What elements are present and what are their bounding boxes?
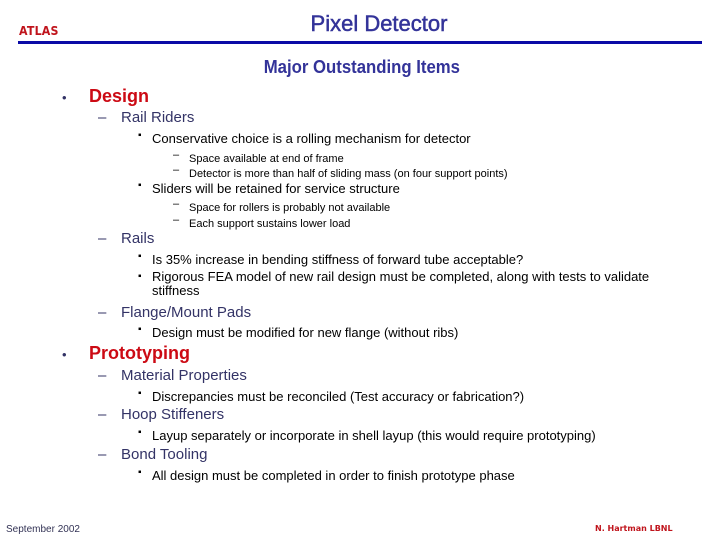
slide-subtitle: Major Outstanding Items xyxy=(263,57,460,77)
list-item: ▪ Discrepancies must be reconciled (Test… xyxy=(138,388,525,404)
subsection-heading: Material Properties xyxy=(121,367,247,384)
list-item: ▪ Sliders will be retained for service s… xyxy=(138,180,400,196)
list-item: ▪ All design must be completed in order … xyxy=(138,467,515,483)
dash-icon: – xyxy=(98,109,107,126)
subsection-heading: Bond Tooling xyxy=(121,446,208,463)
outline-item-flange: – Flange/Mount Pads xyxy=(98,304,252,322)
subsection-heading: Hoop Stiffeners xyxy=(121,406,225,423)
footer-date: September 2002 xyxy=(6,524,80,535)
dash-icon: – xyxy=(98,230,107,247)
header-divider xyxy=(18,41,702,44)
square-bullet-icon: ▪ xyxy=(138,251,142,262)
list-item: – Each support sustains lower load xyxy=(173,214,351,230)
list-item: ▪ Rigorous FEA model of new rail design … xyxy=(138,269,650,298)
page-title: Pixel Detector xyxy=(310,11,448,37)
outline-item-material-properties: – Material Properties xyxy=(98,367,247,385)
square-bullet-icon: ▪ xyxy=(138,130,142,141)
subsection-heading: Rails xyxy=(121,230,155,247)
dash-icon: – xyxy=(173,164,180,176)
dash-icon: – xyxy=(98,304,107,321)
dash-icon: – xyxy=(98,446,107,463)
dash-icon: – xyxy=(173,149,180,161)
outline-item-bond-tooling: – Bond Tooling xyxy=(98,446,208,464)
square-bullet-icon: ▪ xyxy=(138,388,142,399)
outline-item-design: • Design xyxy=(62,86,150,107)
footer-author: N. Hartman LBNL xyxy=(595,524,673,533)
square-bullet-icon: ▪ xyxy=(138,180,142,191)
outline-item-prototyping: • Prototyping xyxy=(62,343,190,364)
dash-icon: – xyxy=(173,198,180,210)
list-item: ▪ Layup separately or incorporate in she… xyxy=(138,427,596,443)
outline-item-hoop-stiffeners: – Hoop Stiffeners xyxy=(98,406,225,424)
square-bullet-icon: ▪ xyxy=(138,467,142,478)
square-bullet-icon: ▪ xyxy=(138,324,142,335)
list-item: ▪ Conservative choice is a rolling mecha… xyxy=(138,130,471,146)
dash-icon: – xyxy=(98,406,107,423)
subsection-heading: Rail Riders xyxy=(121,109,195,126)
dash-icon: – xyxy=(98,367,107,384)
subsection-heading: Flange/Mount Pads xyxy=(121,304,252,321)
list-item: ▪ Is 35% increase in bending stiffness o… xyxy=(138,251,524,267)
dash-icon: – xyxy=(173,214,180,226)
list-item: ▪ Design must be modified for new flange… xyxy=(138,324,459,340)
bullet-icon: • xyxy=(62,347,67,362)
square-bullet-icon: ▪ xyxy=(138,427,142,438)
section-heading: Design xyxy=(89,86,150,106)
section-heading: Prototyping xyxy=(89,343,190,363)
outline-item-rails: – Rails xyxy=(98,230,155,248)
outline-item-rail-riders: – Rail Riders xyxy=(98,109,195,127)
bullet-icon: • xyxy=(62,90,67,105)
square-bullet-icon: ▪ xyxy=(138,271,142,282)
